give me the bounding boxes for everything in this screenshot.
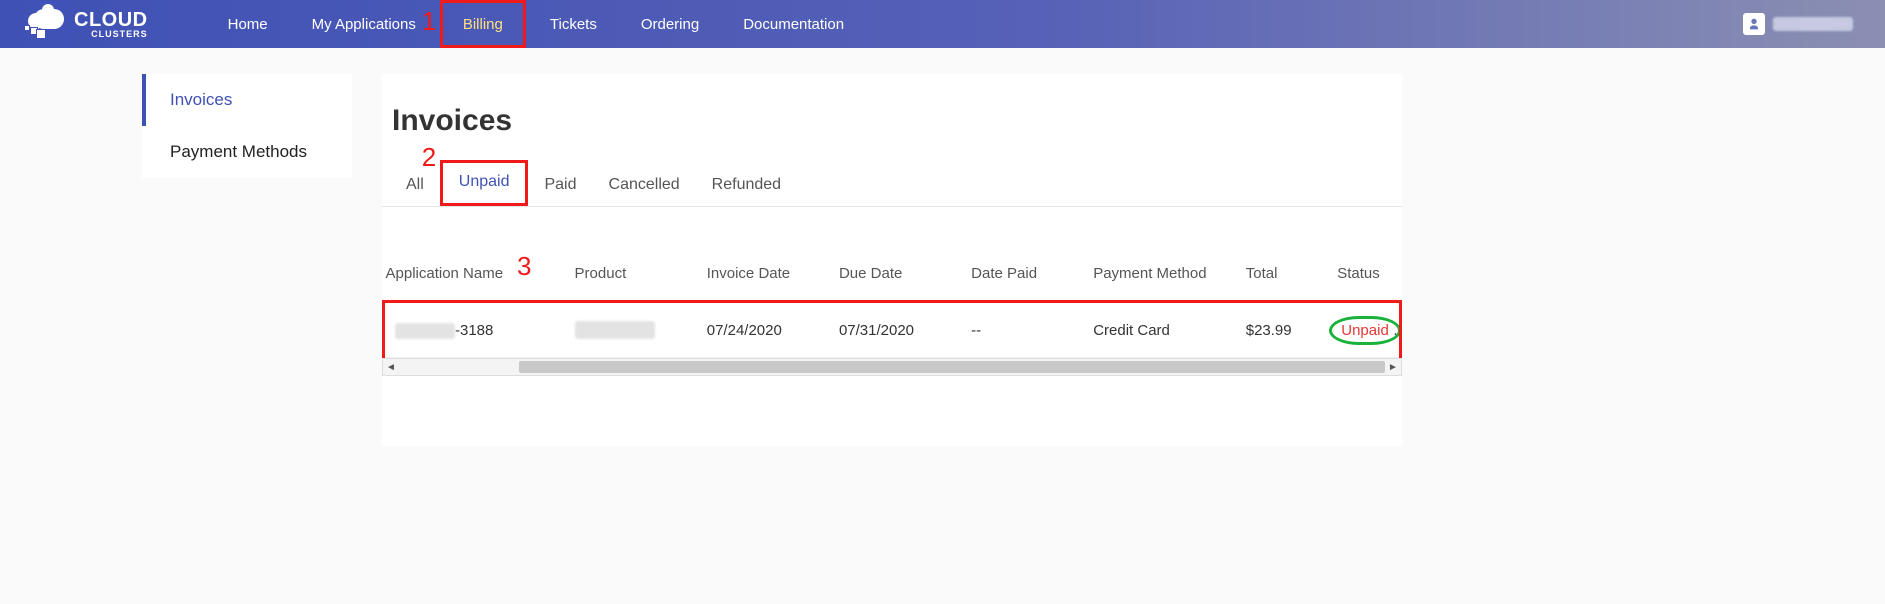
cell-date-paid: -- — [963, 302, 1085, 358]
app-name-suffix: -3188 — [455, 322, 493, 339]
cell-invoice-date: 07/24/2020 — [699, 302, 831, 358]
table-row[interactable]: -3188 07/24/2020 07/31/2020 -- Credit Ca… — [384, 302, 1401, 358]
th-payment-method: Payment Method — [1085, 247, 1238, 302]
th-due-date: Due Date — [831, 247, 963, 302]
invoice-table: Application Name Product Invoice Date Du… — [382, 247, 1402, 358]
th-status: Status — [1329, 247, 1400, 302]
cloud-icon — [24, 9, 64, 39]
nav-billing[interactable]: Billing — [440, 0, 526, 48]
scroll-left-icon[interactable]: ◄ — [383, 359, 399, 375]
th-application-name: Application Name — [384, 247, 567, 302]
invoice-filter-tabs: All Unpaid 2 Paid Cancelled Refunded — [382, 160, 1402, 207]
sidebar-item-payment-methods[interactable]: Payment Methods — [142, 126, 352, 178]
tab-refunded[interactable]: Refunded — [696, 166, 797, 206]
horizontal-scrollbar[interactable]: ◄ ► — [382, 358, 1402, 376]
page-body: Invoices Payment Methods Invoices All Un… — [0, 48, 1885, 446]
sidebar-item-invoices[interactable]: Invoices — [142, 74, 352, 126]
th-total: Total — [1238, 247, 1330, 302]
invoice-table-wrap: 3 Application Name Product Invoice Date … — [382, 247, 1402, 376]
th-date-paid: Date Paid — [963, 247, 1085, 302]
cell-total: $23.99 — [1238, 302, 1330, 358]
table-header-row: Application Name Product Invoice Date Du… — [384, 247, 1401, 302]
tab-all[interactable]: All — [390, 166, 440, 206]
tab-unpaid[interactable]: Unpaid — [440, 160, 529, 206]
top-navbar: CLOUD CLUSTERS Home My Applications Bill… — [0, 0, 1885, 48]
status-badge: Unpaid — [1341, 322, 1389, 339]
product-redacted — [575, 321, 655, 339]
cell-product — [567, 302, 699, 358]
nav-documentation[interactable]: Documentation — [723, 0, 864, 48]
nav-my-applications[interactable]: My Applications — [292, 0, 436, 48]
nav-tickets[interactable]: Tickets — [530, 0, 617, 48]
cell-due-date: 07/31/2020 — [831, 302, 963, 358]
scroll-track[interactable] — [399, 359, 1385, 375]
cell-status: Unpaid — [1329, 302, 1400, 358]
brand-line2: CLUSTERS — [74, 30, 148, 39]
th-product: Product — [567, 247, 699, 302]
brand-text: CLOUD CLUSTERS — [74, 10, 148, 39]
primary-nav: Home My Applications Billing 1 Tickets O… — [208, 0, 864, 48]
user-menu[interactable] — [1743, 13, 1853, 35]
user-name-redacted — [1773, 17, 1853, 31]
brand-line1: CLOUD — [74, 10, 148, 30]
content-panel: Invoices All Unpaid 2 Paid Cancelled Ref… — [382, 74, 1402, 446]
th-invoice-date: Invoice Date — [699, 247, 831, 302]
scroll-right-icon[interactable]: ► — [1385, 359, 1401, 375]
cell-application-name: -3188 — [384, 302, 567, 358]
scroll-thumb[interactable] — [519, 361, 1385, 373]
user-avatar-icon — [1743, 13, 1765, 35]
page-title: Invoices — [382, 104, 1402, 160]
app-name-redacted — [395, 323, 455, 339]
tab-cancelled[interactable]: Cancelled — [593, 166, 696, 206]
tab-paid[interactable]: Paid — [528, 166, 592, 206]
nav-home[interactable]: Home — [208, 0, 288, 48]
nav-ordering[interactable]: Ordering — [621, 0, 719, 48]
brand-logo[interactable]: CLOUD CLUSTERS — [24, 9, 148, 39]
billing-sidebar: Invoices Payment Methods — [142, 74, 352, 178]
cell-payment-method: Credit Card — [1085, 302, 1238, 358]
